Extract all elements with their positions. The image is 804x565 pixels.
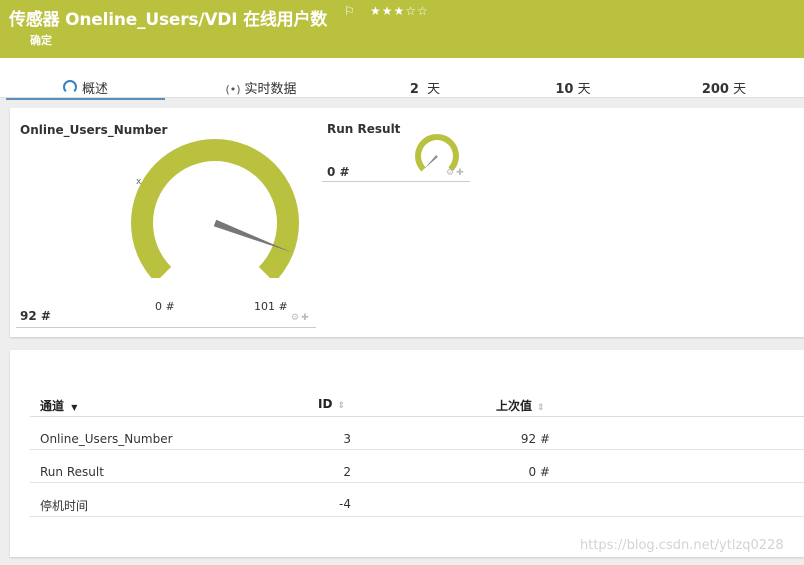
sort-icon: ⇕ <box>537 403 545 413</box>
watermark: https://blog.csdn.net/ytlzq0228 <box>580 538 784 553</box>
table-cell-id: 2 <box>343 465 351 479</box>
tab-overview-label: 概述 <box>81 82 108 97</box>
status-text: 确定 <box>30 34 52 47</box>
small-gauge-arc <box>415 134 459 172</box>
column-header-id-label: ID <box>318 397 333 411</box>
column-header-last-value[interactable]: 上次值 ⇕ <box>496 397 545 414</box>
tab-200-days-num: 200 <box>701 82 729 97</box>
pin-icon[interactable]: ✚ <box>301 313 311 323</box>
column-header-channel-label: 通道 <box>40 399 65 413</box>
tab-200-days-unit: 天 <box>733 82 747 97</box>
priority-stars[interactable]: ★★★☆☆ <box>370 4 429 18</box>
tab-bar: 概述 (•) 实时数据 2 天 10 天 200 天 <box>0 58 804 100</box>
table-cell-id: 3 <box>343 432 351 446</box>
main-gauge-arc <box>131 139 299 278</box>
table-header-divider <box>30 416 804 417</box>
small-gauge-needle <box>424 155 438 169</box>
small-gauge[interactable] <box>413 132 461 172</box>
main-gauge-tools[interactable]: ⚙✚ <box>291 313 311 323</box>
main-gauge-title: Online_Users_Number <box>20 123 168 137</box>
pin-icon[interactable]: ✚ <box>456 168 466 178</box>
column-header-last-value-label: 上次值 <box>496 399 533 413</box>
small-gauge-value: 0 # <box>327 165 350 179</box>
table-cell-last-value: 0 # <box>528 465 550 479</box>
table-cell-id: -4 <box>339 497 351 511</box>
settings-icon[interactable]: ⚙ <box>291 313 301 323</box>
main-gauge[interactable]: x <box>130 138 305 278</box>
table-cell-channel[interactable]: Run Result <box>40 465 104 479</box>
table-cell-channel[interactable]: 停机时间 <box>40 497 88 514</box>
flag-icon[interactable]: ⚐ <box>344 4 355 18</box>
tab-10-days[interactable]: 10 天 <box>548 78 598 98</box>
sort-desc-icon: ▼ <box>71 403 78 412</box>
column-header-id[interactable]: ID ⇕ <box>318 397 345 411</box>
tab-live-data-label: 实时数据 <box>244 82 297 97</box>
main-gauge-max-marker: x <box>136 177 142 187</box>
table-cell-channel[interactable]: Online_Users_Number <box>40 432 173 446</box>
settings-icon[interactable]: ⚙ <box>446 168 456 178</box>
page-title: 传感器 Oneline_Users/VDI 在线用户数 <box>9 10 328 30</box>
tab-divider <box>0 97 804 98</box>
small-gauge-underline <box>322 181 470 182</box>
main-gauge-min-label: 0 # <box>155 300 175 313</box>
tab-2-days-num: 2 <box>409 82 419 97</box>
tab-live-data[interactable]: (•) 实时数据 <box>220 78 302 98</box>
channels-panel <box>10 350 804 557</box>
main-gauge-value: 92 # <box>20 309 51 323</box>
tab-10-days-num: 10 <box>555 82 574 97</box>
tab-2-days[interactable]: 2 天 <box>400 78 450 98</box>
table-row-divider <box>30 449 804 450</box>
tab-2-days-unit: 天 <box>427 82 441 97</box>
small-gauge-title: Run Result <box>327 122 401 136</box>
main-gauge-underline <box>16 327 316 328</box>
table-row-divider <box>30 516 804 517</box>
tab-10-days-unit: 天 <box>577 82 591 97</box>
table-row-divider <box>30 482 804 483</box>
table-cell-last-value: 92 # <box>520 432 550 446</box>
sort-icon: ⇕ <box>337 401 345 411</box>
gauge-icon <box>62 80 77 94</box>
live-signal-icon: (•) <box>225 83 241 96</box>
tab-200-days[interactable]: 200 天 <box>694 78 754 98</box>
small-gauge-tools[interactable]: ⚙✚ <box>446 168 466 178</box>
main-gauge-max-label: 101 # <box>254 300 288 313</box>
sensor-header: 传感器 Oneline_Users/VDI 在线用户数 ⚐ ★★★☆☆ 确定 <box>0 0 804 58</box>
column-header-channel[interactable]: 通道 ▼ <box>40 397 77 414</box>
